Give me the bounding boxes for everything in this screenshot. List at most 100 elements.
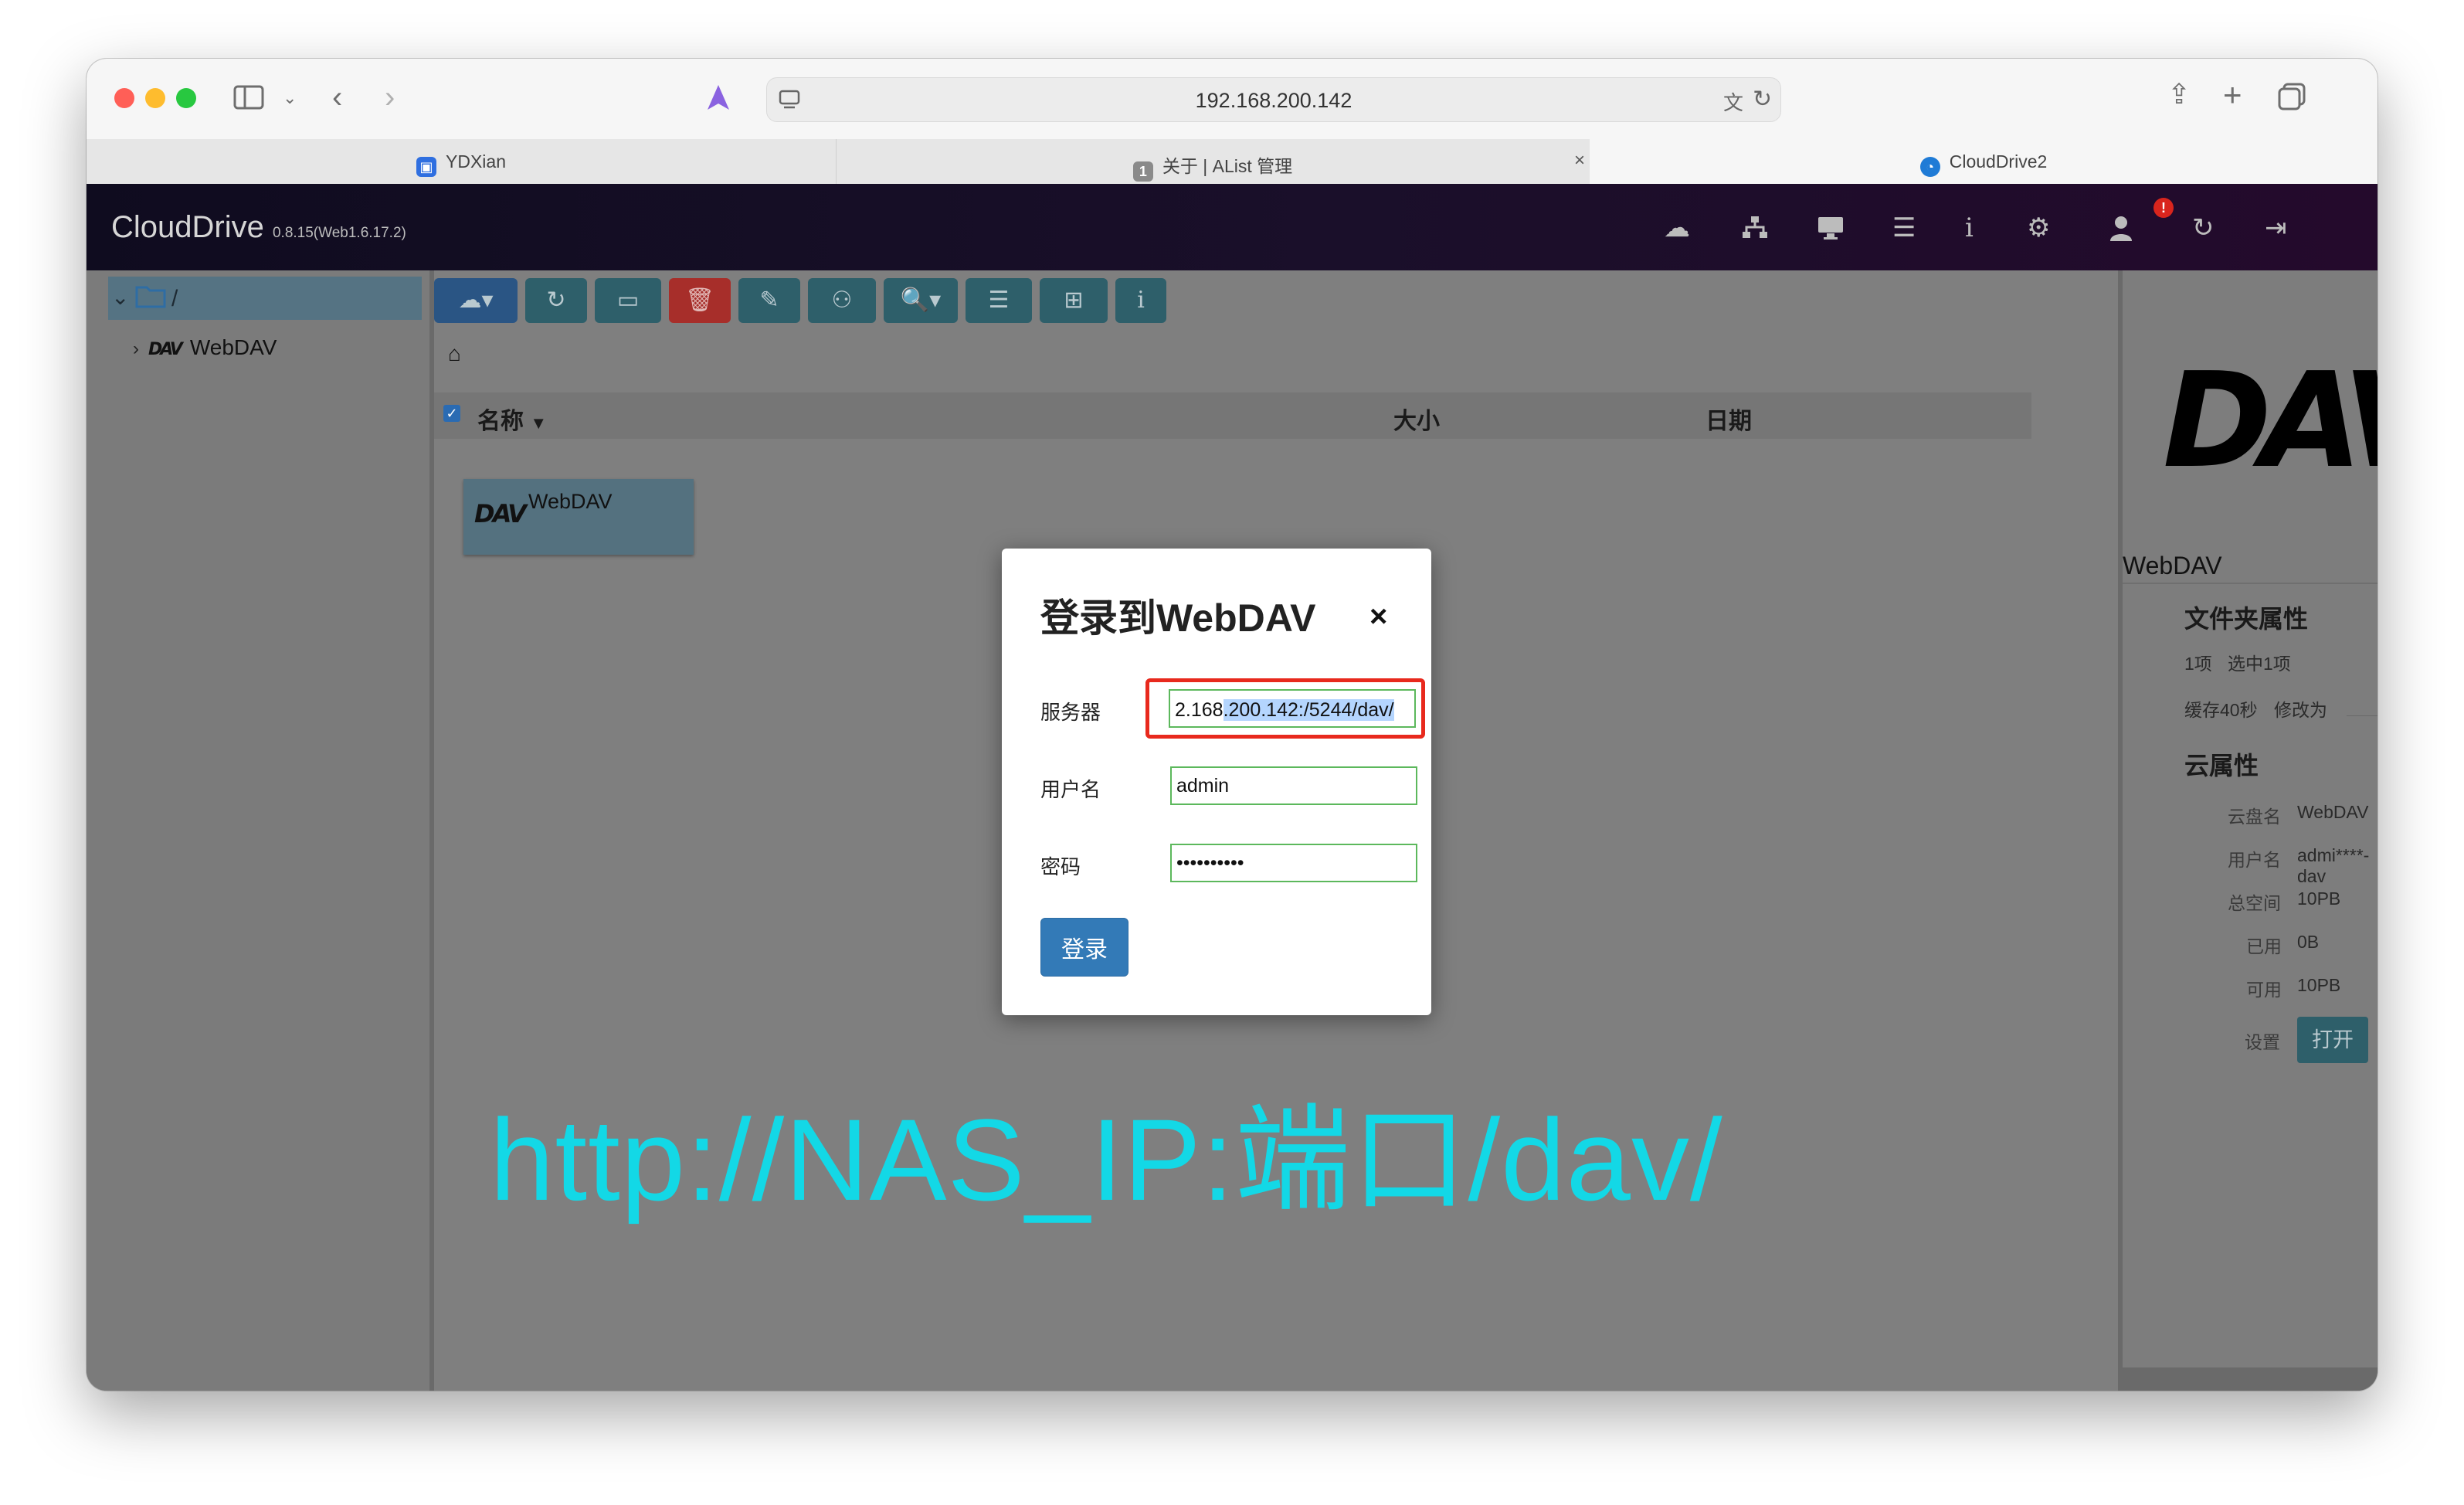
info-icon[interactable]: i	[1965, 215, 1974, 241]
sidebar-toggle-icon[interactable]	[233, 83, 264, 116]
desktop-button[interactable]: ▭	[595, 278, 661, 323]
login-modal: 登录到WebDAV × 服务器 2.168.200.142:/5244/dav/…	[1002, 549, 1431, 1015]
share-icon[interactable]: ⇪	[2167, 80, 2191, 108]
breadcrumb: ⌂	[448, 341, 461, 366]
tree-view-button[interactable]: ⊞	[1040, 278, 1108, 323]
prop-label: 已用	[2246, 936, 2282, 956]
search-menu-button[interactable]: 🔍▾	[884, 278, 958, 323]
password-input[interactable]	[1170, 844, 1417, 882]
tab-bar: ▣ YDXian 1 关于 | AList 管理 × ◔ CloudDrive2	[87, 139, 2377, 185]
extension-icon[interactable]	[704, 83, 732, 118]
file-tile-label: WebDAV	[528, 490, 613, 513]
chevron-right-icon[interactable]: ›	[133, 338, 139, 359]
server-label: 服务器	[1040, 701, 1101, 724]
tab-label: CloudDrive2	[1949, 151, 2048, 172]
column-date-header[interactable]: 日期	[1705, 402, 1752, 436]
app-name: CloudDrive	[111, 210, 264, 244]
notification-badge: !	[2153, 198, 2174, 218]
login-button[interactable]: 登录	[1040, 918, 1128, 977]
details-panel: DAV WebDAV 文件夹属性 1项 选中1项 缓存40秒 修改为 秒 云属性…	[2118, 270, 2377, 1391]
settings-icon[interactable]: ⚙	[2027, 215, 2050, 241]
file-tile-webdav[interactable]: DAV WebDAV	[463, 479, 694, 555]
prop-value: 10PB	[2297, 888, 2341, 909]
tab-ydxian[interactable]: ▣ YDXian	[87, 139, 837, 184]
logout-icon[interactable]: ⇥	[2265, 215, 2287, 241]
url-hint-overlay: http://NAS_IP:端口/dav/	[490, 1095, 1723, 1225]
alist-favicon-icon: 1	[1132, 161, 1153, 182]
new-tab-icon[interactable]: +	[2223, 79, 2242, 111]
cloud-upload-icon[interactable]: ☁	[1664, 215, 1690, 241]
browser-titlebar: ⌄ ‹ › 192.168.200.142 文 ↻ ⇪ +	[87, 59, 2377, 140]
cloud-menu-button[interactable]: ☁▾	[434, 278, 518, 323]
clouddrive-favicon-icon: ◔	[1919, 157, 1940, 177]
dav-logo-icon: DAV	[148, 340, 183, 359]
server-text-selected: .200.142:/5244/dav/	[1223, 699, 1394, 721]
tab-label: 关于 | AList 管理	[1162, 156, 1293, 176]
username-label: 用户名	[1040, 778, 1101, 801]
close-window-button[interactable]	[114, 88, 134, 108]
prop-value: WebDAV	[2297, 802, 2369, 822]
tasks-icon[interactable]: ☰	[1892, 215, 1916, 241]
rename-button[interactable]: ✎	[738, 278, 800, 323]
chevron-down-icon[interactable]: ⌄	[111, 284, 129, 310]
list-view-button[interactable]: ☰	[966, 278, 1032, 323]
zoom-window-button[interactable]	[176, 88, 196, 108]
server-input[interactable]: 2.168.200.142:/5244/dav/	[1169, 689, 1416, 728]
close-icon[interactable]: ×	[1369, 600, 1387, 634]
password-label: 密码	[1040, 855, 1081, 878]
close-tab-icon[interactable]: ×	[1574, 150, 1585, 172]
dav-large-logo: DAV	[2163, 345, 2377, 498]
divider	[2123, 583, 2377, 584]
tab-label: YDXian	[446, 151, 506, 172]
back-icon[interactable]: ‹	[332, 82, 342, 113]
cache-label: 缓存40秒	[2184, 700, 2258, 720]
prop-value: 0B	[2297, 932, 2320, 952]
column-size-header[interactable]: 大小	[1393, 402, 1440, 436]
scrollbar[interactable]	[2123, 1367, 2377, 1391]
tab-overview-icon[interactable]	[2277, 82, 2306, 116]
sort-desc-icon: ▼	[530, 413, 548, 433]
server-text: 2.168	[1175, 699, 1224, 721]
tree-item-label: WebDAV	[189, 335, 277, 359]
app-version: 0.8.15(Web1.6.17.2)	[272, 225, 406, 241]
minimize-window-button[interactable]	[145, 88, 165, 108]
translate-icon[interactable]: 文	[1723, 87, 1743, 116]
reload-icon[interactable]: ↻	[1753, 86, 1772, 113]
tab-alist[interactable]: 1 关于 | AList 管理 ×	[836, 139, 1590, 184]
column-name-header[interactable]: 名称 ▼	[477, 402, 547, 436]
tree-root-label: /	[171, 286, 178, 311]
items-count: 1项	[2184, 654, 2212, 674]
share-button[interactable]: ⚇	[808, 278, 876, 323]
prop-label: 总空间	[2228, 893, 2281, 913]
cache-seconds-input[interactable]	[2347, 692, 2377, 716]
url-text: 192.168.200.142	[1195, 89, 1352, 112]
modal-title: 登录到WebDAV	[1040, 596, 1316, 640]
tree-root-item[interactable]: ⌄ /	[108, 277, 422, 320]
browser-window: ⌄ ‹ › 192.168.200.142 文 ↻ ⇪ + ▣ YDXian 1…	[87, 59, 2377, 1391]
app-brand: CloudDrive 0.8.15(Web1.6.17.2)	[111, 210, 406, 245]
select-all-checkbox[interactable]: ✓	[443, 405, 460, 422]
refresh-button[interactable]: ↻	[525, 278, 587, 323]
username-input[interactable]	[1170, 766, 1417, 805]
app-navbar: CloudDrive 0.8.15(Web1.6.17.2) ☁ ☰ i ⚙ !…	[87, 184, 2377, 270]
network-icon[interactable]	[1741, 215, 1769, 246]
chevron-down-icon[interactable]: ⌄	[283, 90, 297, 107]
refresh-icon[interactable]: ↻	[2192, 215, 2215, 241]
info-button[interactable]: i	[1115, 278, 1166, 323]
user-add-icon[interactable]	[2109, 215, 2140, 247]
tree-item-webdav[interactable]: › DAV WebDAV	[133, 335, 277, 360]
selected-count: 选中1项	[2228, 654, 2291, 674]
address-bar[interactable]: 192.168.200.142 文 ↻	[766, 77, 1781, 122]
home-icon[interactable]: ⌂	[448, 341, 461, 365]
prop-value: admi****-dav	[2297, 845, 2370, 886]
open-button[interactable]: 打开	[2297, 1017, 2368, 1063]
folder-props-heading: 文件夹属性	[2184, 605, 2309, 633]
desktop-icon[interactable]	[1817, 215, 1845, 246]
prop-label: 云盘名	[2228, 807, 2281, 827]
tab-clouddrive2[interactable]: ◔ CloudDrive2	[1590, 139, 2377, 184]
prop-label: 可用	[2246, 980, 2282, 1000]
cloud-props-heading: 云属性	[2184, 752, 2259, 780]
folder-tree-panel: ⌄ / › DAV WebDAV	[87, 270, 434, 1391]
forward-icon[interactable]: ›	[385, 82, 395, 113]
delete-button[interactable]: 🗑	[669, 278, 731, 323]
